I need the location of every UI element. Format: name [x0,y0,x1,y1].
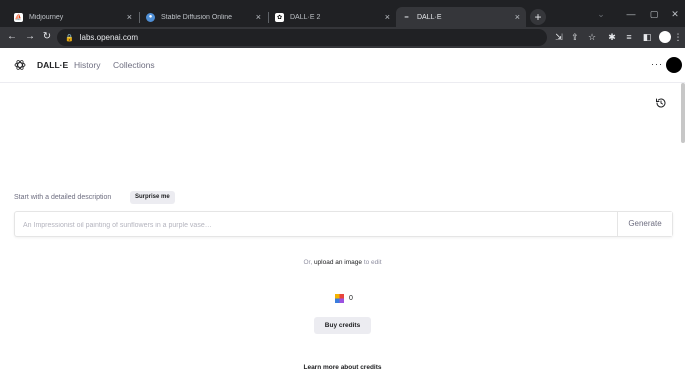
prompt-input[interactable] [23,218,613,232]
reload-icon[interactable]: ↻ [40,30,54,44]
tab-dalle-2[interactable]: ✿ DALL·E 2 × [269,7,396,27]
history-icon[interactable] [655,97,667,109]
generate-button[interactable]: Generate [617,212,672,236]
reading-list-icon[interactable]: ≡ [623,31,635,43]
or-text: Or, [303,259,313,266]
credits-count: 0 [349,295,353,302]
address-bar[interactable]: 🔒 labs.openai.com [57,29,547,46]
dash-favicon-icon: ━ [404,14,409,21]
share-icon[interactable]: ⇪ [569,31,581,43]
nav-collections[interactable]: Collections [113,60,155,70]
tab-title: Stable Diffusion Online [161,13,233,21]
window-close-icon[interactable]: ✕ [664,7,685,21]
app-header: DALL·E History Collections ··· [0,48,685,83]
tab-close-icon[interactable]: × [256,12,261,22]
user-avatar[interactable] [666,57,682,73]
new-tab-button[interactable]: + [530,9,546,25]
side-panel-icon[interactable]: ◧ [641,31,653,43]
window-maximize-icon[interactable]: ▢ [643,7,665,21]
tab-close-icon[interactable]: × [385,12,390,22]
install-app-icon[interactable]: ⇲ [553,31,565,43]
browser-profile-avatar[interactable] [659,31,671,43]
tab-stable-diffusion[interactable]: ● Stable Diffusion Online × [140,7,267,27]
browser-toolbar: ← → ↻ 🔒 labs.openai.com ⇲ ⇪ ☆ ✱ ≡ ◧ ⋮ [0,27,685,48]
address-url: labs.openai.com [79,33,138,42]
window-minimize-icon[interactable]: — [620,7,642,21]
browser-menu-icon[interactable]: ⋮ [673,31,683,43]
tab-close-icon[interactable]: × [515,12,520,22]
extensions-icon[interactable]: ✱ [606,31,618,43]
credits-balance: 0 [335,294,353,303]
tab-title: Midjourney [29,13,64,21]
tab-title: DALL·E [417,13,442,21]
openai-logo-icon[interactable] [14,59,26,71]
bookmark-star-icon[interactable]: ☆ [586,31,598,43]
prompt-label: Start with a detailed description [14,194,112,201]
back-icon[interactable]: ← [5,30,19,44]
buy-credits-button[interactable]: Buy credits [314,317,371,334]
brand-title[interactable]: DALL·E [37,60,68,70]
tab-dalle-active[interactable]: ━ DALL·E × [396,7,526,27]
more-options-icon[interactable]: ··· [651,59,663,69]
tab-close-icon[interactable]: × [127,12,132,22]
surprise-me-button[interactable]: Surprise me [130,191,175,204]
midjourney-favicon-icon: ⛵ [14,12,23,22]
learn-more-credits-link[interactable]: Learn more about credits [0,364,685,371]
forward-icon[interactable]: → [23,30,37,44]
lock-icon: 🔒 [65,34,74,42]
upload-image-link[interactable]: upload an image [314,259,362,266]
openai-favicon-icon: ✿ [275,12,284,22]
tab-search-icon[interactable]: ⌄ [590,7,612,21]
tab-midjourney[interactable]: ⛵ Midjourney × [8,7,138,27]
stable-diffusion-favicon-icon: ● [146,12,155,22]
browser-tab-bar: ⛵ Midjourney × ● Stable Diffusion Online… [0,0,685,27]
tab-title: DALL·E 2 [290,13,321,21]
nav-history[interactable]: History [74,60,100,70]
credits-icon [335,294,344,303]
to-edit-text: to edit [363,259,382,266]
prompt-container: Generate [14,211,673,237]
upload-hint: Or, upload an image to edit [0,259,685,266]
page-scrollbar[interactable] [681,83,685,143]
